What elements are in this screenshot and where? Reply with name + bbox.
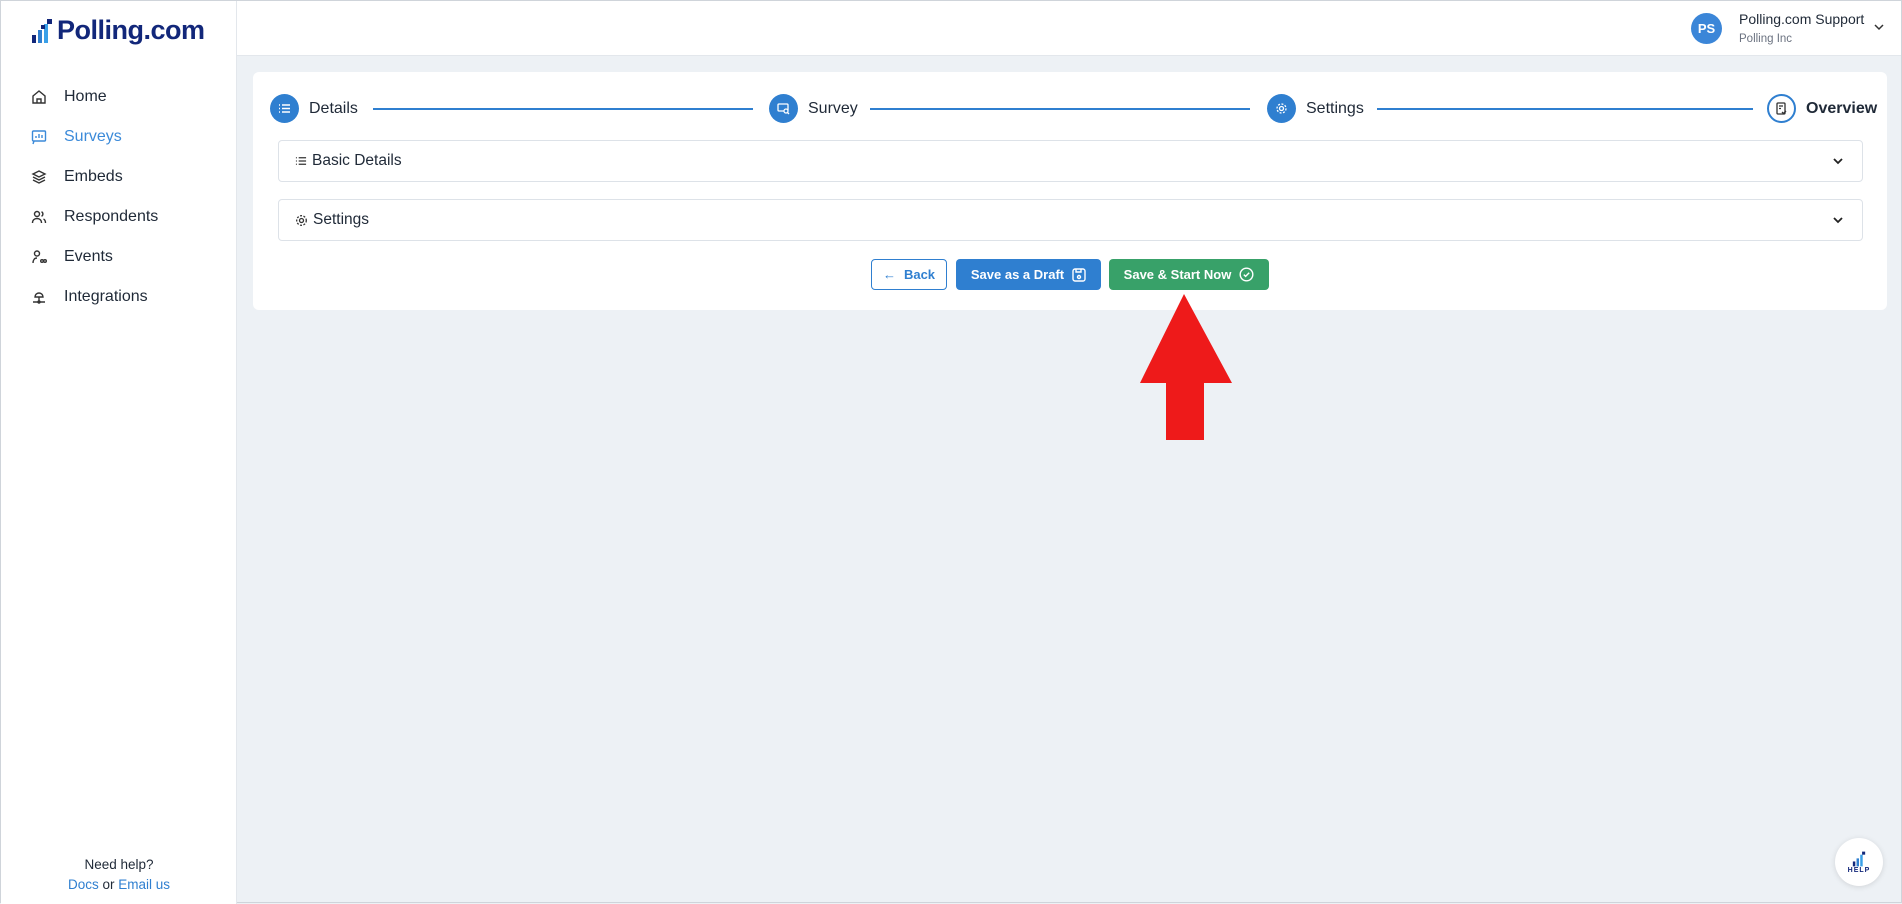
user-name[interactable]: Polling.com Support (1739, 11, 1864, 27)
sidebar-item-label: Surveys (64, 128, 122, 145)
sidebar-item-label: Integrations (64, 288, 148, 305)
chevron-down-icon (1833, 217, 1843, 224)
integrations-icon (33, 292, 45, 304)
step-connector (1377, 108, 1753, 110)
step-settings[interactable]: Settings (1267, 94, 1364, 123)
step-label: Details (309, 99, 358, 117)
accordion-label: Basic Details (312, 152, 402, 169)
save-start-button[interactable]: Save & Start Now (1109, 259, 1269, 290)
users-icon (31, 210, 47, 224)
layers-icon (31, 170, 47, 184)
survey-wizard-card: Details Survey Settings Overview Basic D… (253, 72, 1887, 310)
floppy-disk-icon (1072, 267, 1086, 282)
sidebar-item-home[interactable]: Home (1, 77, 237, 117)
arrow-left-icon: ← (882, 267, 896, 282)
gear-icon (296, 214, 307, 226)
survey-icon (31, 130, 47, 145)
logo[interactable]: Polling.com (31, 15, 205, 46)
or-text: or (102, 877, 115, 892)
docs-link[interactable]: Docs (68, 877, 99, 892)
event-icon (32, 250, 47, 264)
need-help-label: Need help? (84, 857, 154, 872)
sidebar-item-label: Events (64, 248, 113, 265)
check-circle-icon (1239, 267, 1254, 282)
user-org: Polling Inc (1739, 33, 1793, 45)
home-icon (32, 90, 46, 104)
step-connector (870, 108, 1250, 110)
accordion-basic-details[interactable]: Basic Details (278, 140, 1863, 182)
step-survey[interactable]: Survey (769, 94, 858, 123)
back-label: Back (903, 267, 936, 282)
step-label: Settings (1306, 99, 1364, 117)
save-draft-button[interactable]: Save as a Draft (956, 259, 1101, 290)
save-start-label: Save & Start Now (1123, 267, 1232, 282)
save-draft-label: Save as a Draft (970, 267, 1065, 282)
list-icon (295, 157, 307, 165)
logo-icon (32, 18, 52, 43)
logo-icon (1852, 851, 1866, 866)
clipboard-check-icon (1767, 94, 1796, 123)
logo-text: Polling.com (57, 15, 205, 45)
sidebar-item-respondents[interactable]: Respondents (1, 197, 237, 237)
help-widget-label: HELP (1847, 866, 1871, 874)
top-header (237, 1, 1901, 56)
step-connector (373, 108, 753, 110)
avatar[interactable]: PS (1691, 13, 1722, 44)
sidebar-nav: Home Surveys Embeds Respondents Events I… (1, 77, 237, 317)
sidebar-item-events[interactable]: Events (1, 237, 237, 277)
step-overview[interactable]: Overview (1767, 94, 1877, 123)
sidebar-item-embeds[interactable]: Embeds (1, 157, 237, 197)
help-widget-button[interactable]: HELP (1835, 838, 1883, 886)
step-label: Survey (808, 99, 858, 117)
accordion-label: Settings (313, 211, 370, 228)
chevron-down-icon (1833, 158, 1843, 165)
sidebar-item-label: Home (64, 88, 107, 105)
accordion-settings[interactable]: Settings (278, 199, 1863, 241)
step-details[interactable]: Details (270, 94, 358, 123)
sidebar-item-surveys[interactable]: Surveys (1, 117, 237, 157)
step-label: Overview (1806, 99, 1878, 117)
help-links: Docs or Email us (1, 877, 237, 892)
sidebar-item-label: Embeds (64, 168, 123, 185)
back-button[interactable]: ← Back (871, 259, 947, 290)
sidebar-item-label: Respondents (64, 208, 159, 225)
sidebar-item-integrations[interactable]: Integrations (1, 277, 237, 317)
email-link[interactable]: Email us (118, 877, 170, 892)
list-icon (270, 94, 299, 123)
annotation-arrow-up (1140, 294, 1232, 440)
sidebar: Polling.com Home Surveys Embeds Responde… (1, 1, 237, 904)
chevron-down-icon[interactable] (1873, 21, 1885, 33)
gear-icon (1267, 94, 1296, 123)
survey-search-icon (769, 94, 798, 123)
